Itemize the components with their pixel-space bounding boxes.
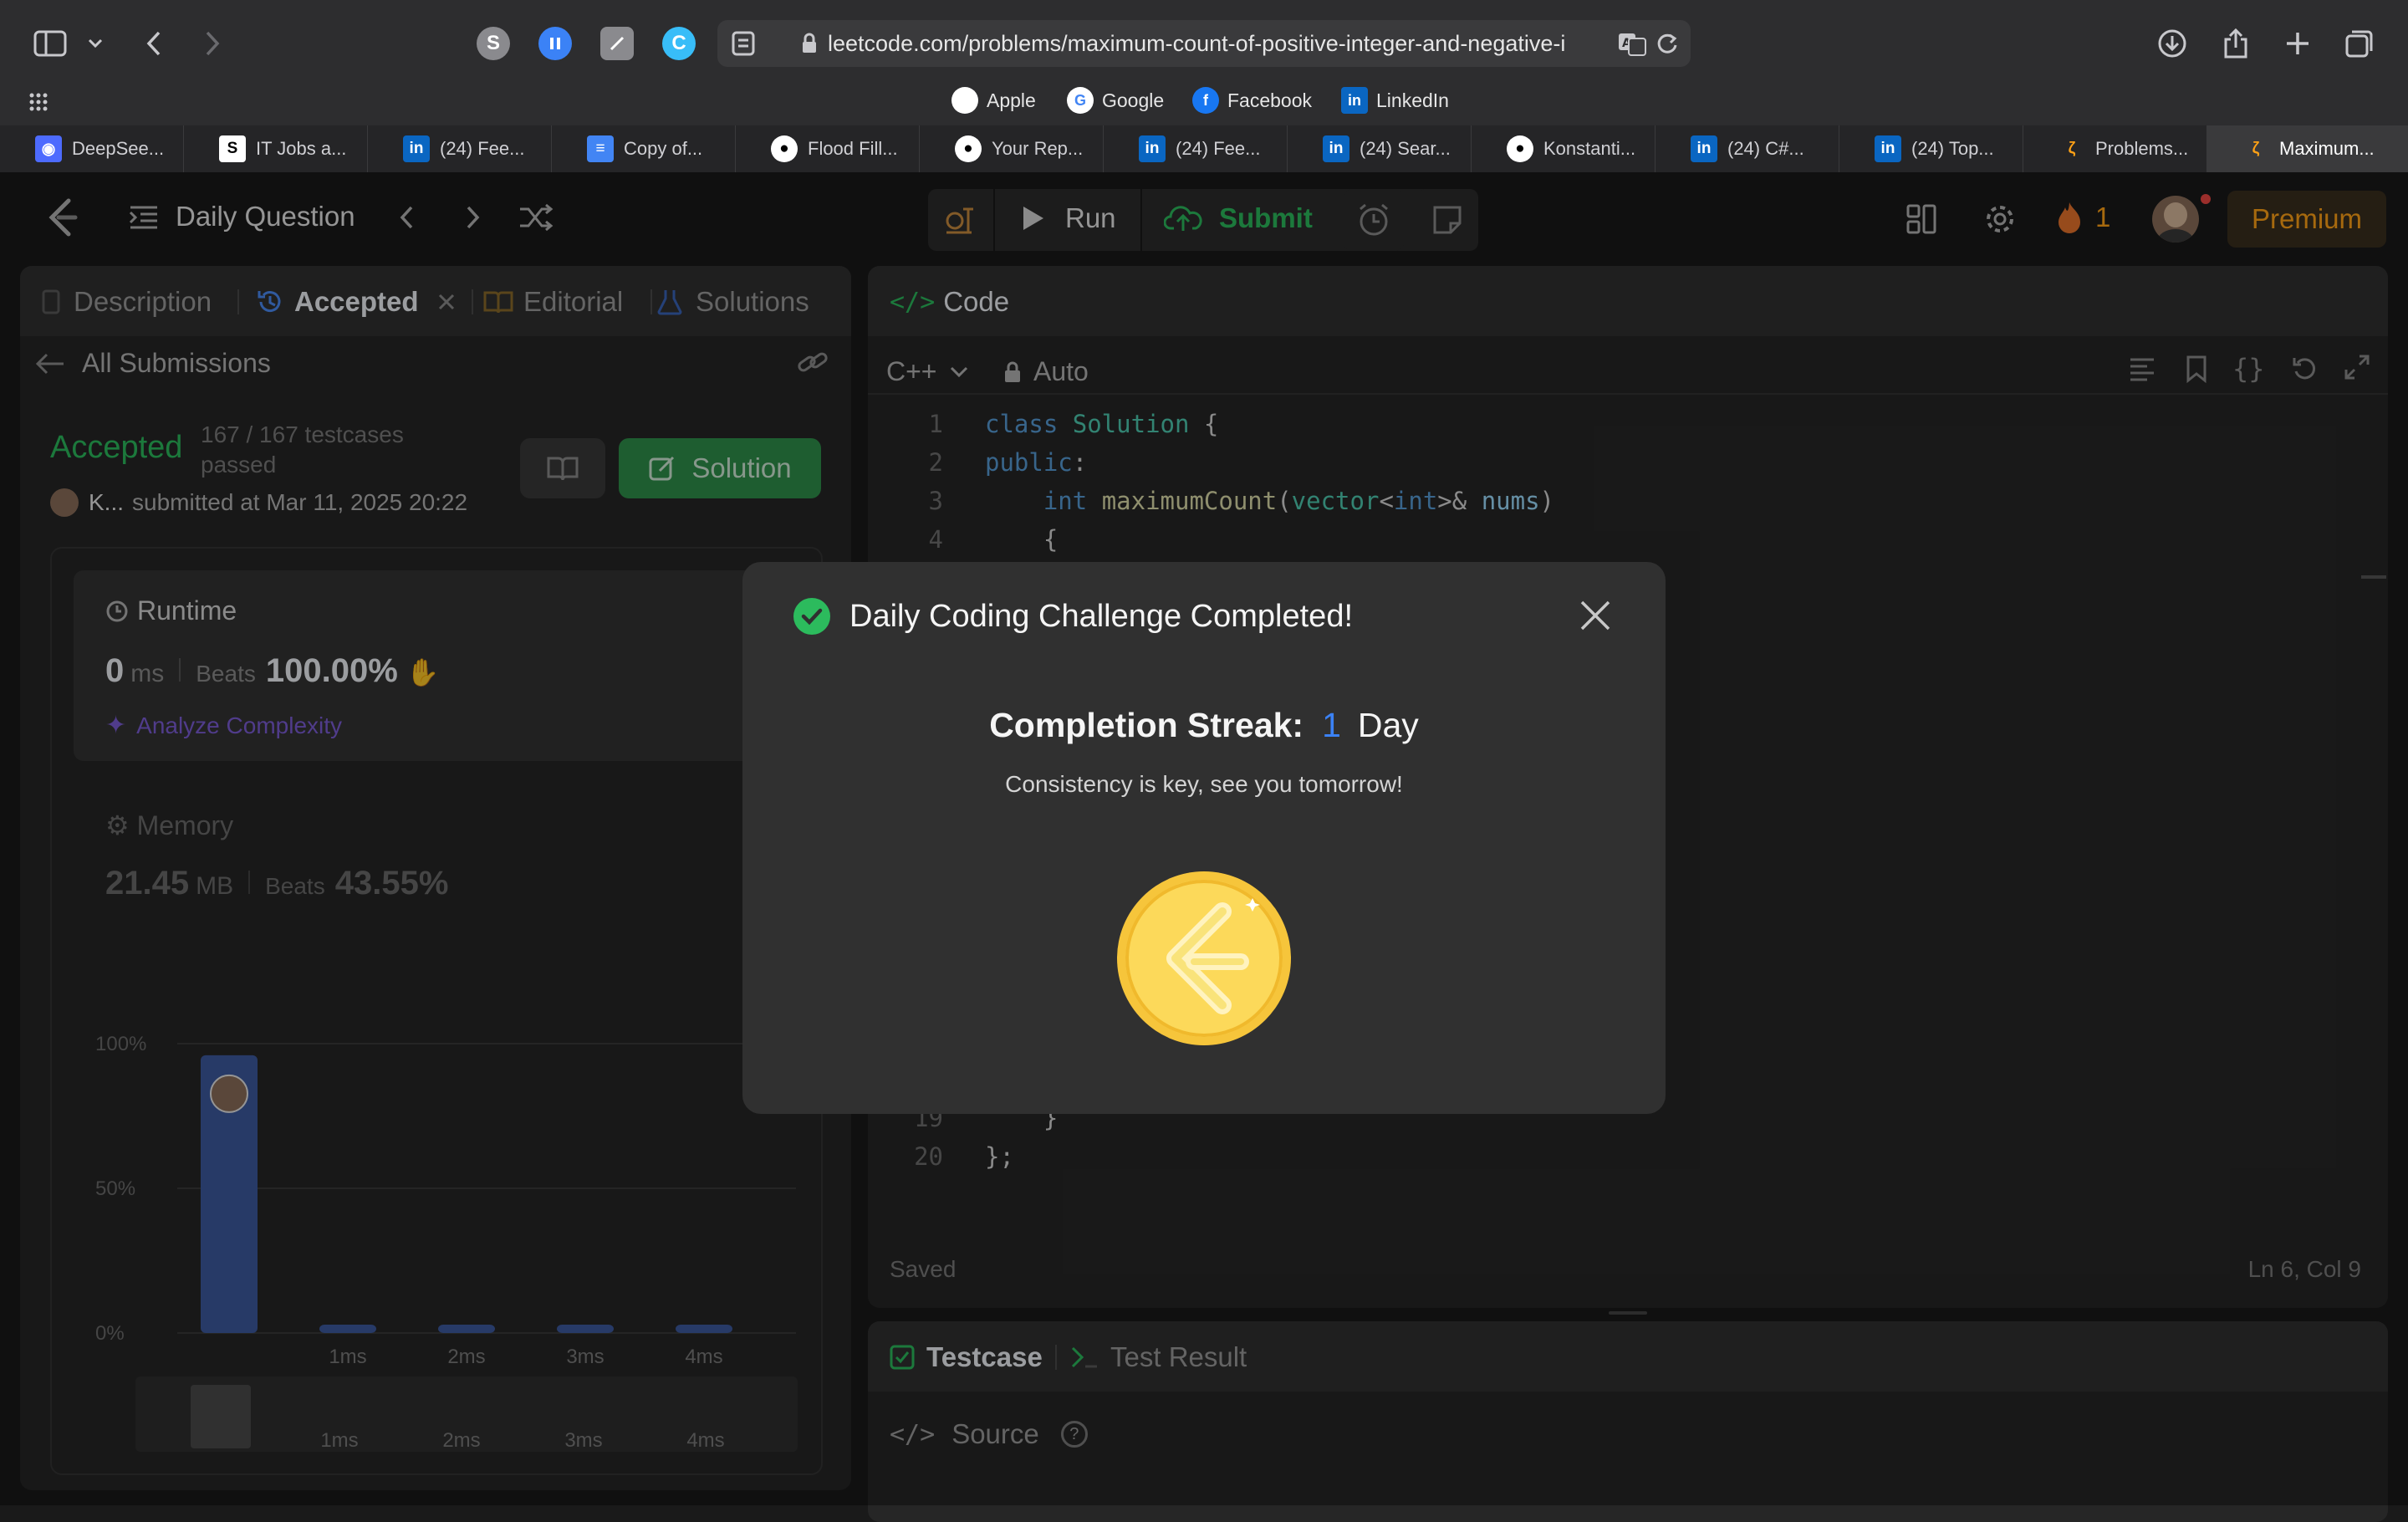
leetcode-icon: ζ: [2068, 140, 2076, 157]
tab-overview-icon[interactable]: [2339, 23, 2380, 64]
reload-icon[interactable]: [1656, 32, 1679, 55]
close-icon: [1580, 600, 1610, 631]
tab-label: Your Rep...: [992, 138, 1084, 159]
browser-tab[interactable]: ζ Problems...: [2023, 125, 2207, 172]
browser-tab[interactable]: ● Flood Fill...: [736, 125, 920, 172]
browser-toolbar: S C leetcode.com/problems/maximum-count-…: [0, 0, 2408, 84]
apple-icon: [951, 87, 978, 114]
address-bar[interactable]: leetcode.com/problems/maximum-count-of-p…: [717, 20, 1691, 67]
tab-label: (24) Top...: [1911, 138, 1994, 159]
docs-icon: ≡: [587, 135, 614, 162]
forward-icon[interactable]: [192, 23, 232, 64]
favorite-linkedin[interactable]: in LinkedIn: [1341, 87, 1449, 114]
modal-message: Consistency is key, see you tomorrow!: [1005, 771, 1403, 797]
tab-label: IT Jobs a...: [256, 138, 347, 159]
tab-label: (24) Fee...: [440, 138, 525, 159]
linkedin-icon: in: [403, 135, 430, 162]
browser-tab[interactable]: in (24) Fee...: [368, 125, 552, 172]
facebook-icon: f: [1192, 87, 1219, 114]
url-text[interactable]: leetcode.com/problems/maximum-count-of-p…: [828, 31, 1597, 57]
leetcode-icon: ζ: [2252, 140, 2260, 157]
browser-chrome: S C leetcode.com/problems/maximum-count-…: [0, 0, 2408, 172]
browser-tab[interactable]: ≡ Copy of...: [552, 125, 736, 172]
streak-label: Completion Streak:: [989, 706, 1304, 744]
tab-label: DeepSee...: [72, 138, 165, 159]
tab-label: (24) Fee...: [1176, 138, 1261, 159]
linkedin-icon: in: [1341, 87, 1368, 114]
browser-tab[interactable]: ◉ DeepSee...: [0, 125, 184, 172]
tab-label: Copy of...: [624, 138, 703, 159]
tab-bar: ◉ DeepSee... S IT Jobs a... in (24) Fee... …: [0, 125, 2408, 172]
browser-tab[interactable]: in (24) Sear...: [1288, 125, 1472, 172]
translate-icon[interactable]: A: [1617, 30, 1647, 57]
check-circle-icon: [793, 598, 830, 635]
extension-c-icon[interactable]: C: [662, 27, 696, 60]
linkedin-icon: in: [1875, 135, 1901, 162]
tab-label: (24) C#...: [1727, 138, 1804, 159]
browser-tab[interactable]: ● Konstanti...: [1472, 125, 1656, 172]
linkedin-icon: in: [1139, 135, 1166, 162]
browser-tab-active[interactable]: ζ Maximum...: [2207, 125, 2408, 172]
favorites-bar: Apple G Google f Facebook in LinkedIn: [0, 84, 2408, 125]
google-icon: G: [1067, 87, 1094, 114]
extension-s-icon[interactable]: S: [477, 27, 510, 60]
deepseek-icon: ◉: [35, 135, 62, 162]
apps-grid-icon[interactable]: [28, 92, 48, 112]
favorite-label: Google: [1102, 89, 1165, 111]
linkedin-icon: in: [1323, 135, 1349, 162]
browser-tab[interactable]: ● Your Rep...: [920, 125, 1104, 172]
linkedin-icon: in: [1691, 135, 1717, 162]
github-icon: ●: [1507, 135, 1533, 162]
back-icon[interactable]: [134, 23, 174, 64]
chevron-down-icon[interactable]: [80, 23, 110, 64]
streak-line: Completion Streak: 1 Day: [742, 706, 1666, 745]
modal-header: Daily Coding Challenge Completed!: [793, 597, 1353, 636]
page-menu-icon[interactable]: [731, 30, 759, 57]
tab-label: Problems...: [2095, 138, 2189, 159]
favorite-google[interactable]: G Google: [1067, 87, 1164, 114]
lock-icon: [801, 33, 818, 54]
browser-tab[interactable]: in (24) Top...: [1839, 125, 2023, 172]
browser-tab[interactable]: S IT Jobs a...: [184, 125, 368, 172]
daily-challenge-modal: Daily Coding Challenge Completed! Comple…: [742, 562, 1666, 1114]
favorite-apple[interactable]: Apple: [951, 87, 1036, 114]
favorite-facebook[interactable]: f Facebook: [1192, 87, 1312, 114]
tab-label: (24) Sear...: [1360, 138, 1451, 159]
tab-label: Maximum...: [2279, 138, 2375, 159]
extension-compass-icon[interactable]: [600, 27, 634, 60]
tab-label: Konstanti...: [1543, 138, 1636, 159]
browser-tab[interactable]: in (24) Fee...: [1104, 125, 1288, 172]
streak-value: 1: [1322, 706, 1341, 744]
downloads-icon[interactable]: [2152, 23, 2192, 64]
favorite-label: LinkedIn: [1376, 89, 1449, 111]
browser-tab[interactable]: in (24) C#...: [1656, 125, 1839, 172]
streak-unit: Day: [1357, 706, 1419, 744]
github-icon: ●: [771, 135, 798, 162]
extension-pause-icon[interactable]: [538, 27, 572, 60]
s-icon: S: [219, 135, 246, 162]
leetcode-coin-icon: [1115, 870, 1293, 1047]
favorite-label: Apple: [987, 89, 1036, 111]
favorite-label: Facebook: [1227, 89, 1313, 111]
modal-close-button[interactable]: [1579, 599, 1612, 632]
share-icon[interactable]: [2216, 23, 2256, 64]
modal-title: Daily Coding Challenge Completed!: [849, 598, 1354, 634]
new-tab-icon[interactable]: [2278, 23, 2318, 64]
sidebar-toggle-icon[interactable]: [30, 23, 70, 64]
tab-label: Flood Fill...: [808, 138, 898, 159]
github-icon: ●: [955, 135, 982, 162]
